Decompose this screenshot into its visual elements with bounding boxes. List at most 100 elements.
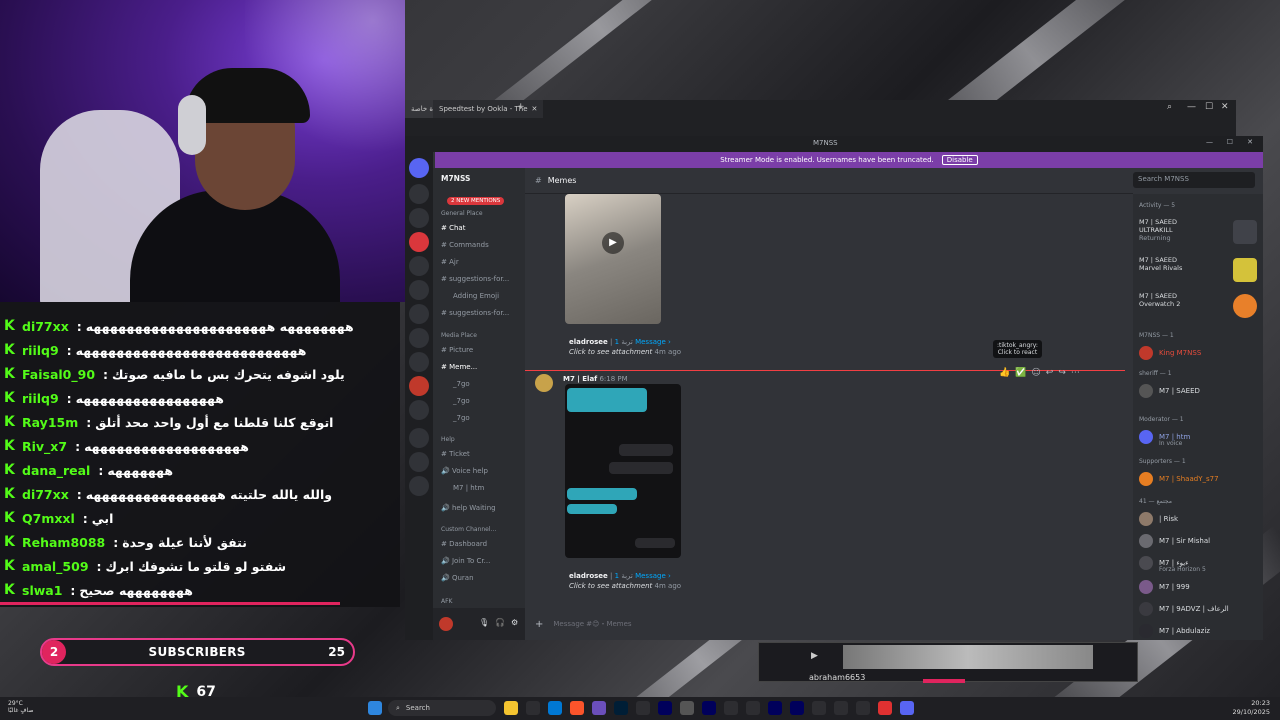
server-icon[interactable] [409, 352, 429, 372]
server-icon[interactable] [409, 376, 429, 396]
click-attachment-link[interactable]: Click to see attachment [569, 582, 652, 590]
thread-7go[interactable]: _7go [453, 380, 470, 388]
app-icon[interactable] [724, 701, 738, 715]
audition-icon[interactable] [658, 701, 672, 715]
server-icon[interactable] [409, 400, 429, 420]
mic-icon[interactable]: 🎙 [479, 618, 489, 627]
voice-channel-quran[interactable]: 🔊 Quran [441, 574, 474, 582]
member-item[interactable]: M7 | Abdulaziz [1139, 624, 1210, 638]
close-icon[interactable]: ✕ [532, 105, 538, 113]
play-icon[interactable]: ▶ [811, 651, 818, 661]
minimize-icon[interactable]: — [1187, 102, 1196, 112]
server-icon[interactable] [409, 256, 429, 276]
voice-channel-help[interactable]: 🔊 Voice help [441, 467, 488, 475]
app-icon[interactable] [834, 701, 848, 715]
server-icon[interactable] [409, 304, 429, 324]
channel-commands[interactable]: # Commands [441, 241, 489, 249]
audition-icon[interactable] [790, 701, 804, 715]
app-icon[interactable] [680, 701, 694, 715]
plus-icon[interactable]: + [535, 619, 543, 630]
close-icon[interactable]: ✕ [1247, 138, 1253, 146]
member-item[interactable]: King M7NSS [1139, 346, 1201, 360]
file-explorer-icon[interactable] [504, 701, 518, 715]
minimize-icon[interactable]: — [1206, 138, 1213, 146]
category-general[interactable]: General Place [441, 210, 483, 217]
weather-widget[interactable]: 29°C صافٍ غالبًا [8, 700, 33, 714]
taskbar-search[interactable]: ⌕ Search [388, 700, 496, 716]
member-item[interactable]: M7 | SAEED [1139, 384, 1200, 398]
opera-icon[interactable] [878, 701, 892, 715]
category-help[interactable]: Help [441, 436, 455, 443]
explore-icon[interactable] [409, 476, 429, 496]
server-icon[interactable] [409, 184, 429, 204]
play-icon[interactable]: ▶ [602, 232, 624, 254]
message-action-bar[interactable]: 👍✅☺↩↪⋯ [999, 368, 1085, 378]
channel-memes[interactable]: # Meme... [441, 363, 477, 371]
mini-video-player[interactable]: ▶ abraham6653 [758, 642, 1138, 683]
voice-channel-join[interactable]: 🔊 Join To Cr... [441, 557, 490, 565]
vscode-icon[interactable] [548, 701, 562, 715]
search-icon[interactable]: ⌕ [1167, 102, 1172, 112]
message-input[interactable]: + Message #😊・Memes [535, 614, 1125, 634]
app-icon[interactable] [812, 701, 826, 715]
headset-icon[interactable]: 🎧 [495, 618, 505, 627]
video-attachment[interactable]: ▶ [565, 194, 661, 324]
avatar[interactable] [535, 374, 553, 392]
image-attachment[interactable] [565, 384, 681, 558]
mentions-badge[interactable]: 2 NEW MENTIONS [447, 197, 505, 205]
member-item[interactable]: | Risk [1139, 512, 1178, 526]
thread-adding-emoji[interactable]: Adding Emoji [453, 292, 499, 300]
voice-user[interactable]: M7 | htm [453, 484, 484, 492]
new-tab-icon[interactable]: + [517, 102, 525, 112]
server-name[interactable]: M7NSS [441, 174, 470, 183]
channel-picture[interactable]: # Picture [441, 346, 473, 354]
maximize-icon[interactable]: ☐ [1227, 138, 1233, 146]
member-item[interactable]: M7 | ShaadY_s77 [1139, 472, 1219, 486]
category-afk[interactable]: AFK [441, 598, 453, 605]
maximize-icon[interactable]: ☐ [1205, 102, 1213, 112]
voice-channel-waiting[interactable]: 🔊 help Waiting [441, 504, 496, 512]
add-server-icon[interactable] [409, 452, 429, 472]
gear-icon[interactable]: ⚙ [511, 618, 518, 627]
clock[interactable]: 20:23 29/10/2025 [1233, 699, 1270, 717]
app-icon[interactable] [526, 701, 540, 715]
server-icon[interactable] [409, 328, 429, 348]
channel-chat[interactable]: # Chat [441, 224, 465, 232]
activity-card[interactable]: M7 | SAEED ULTRAKILL Returning [1139, 218, 1257, 248]
server-icon[interactable] [409, 232, 429, 252]
server-icon[interactable] [409, 280, 429, 300]
server-icon[interactable] [409, 208, 429, 228]
disable-button[interactable]: Disable [941, 155, 978, 165]
browser-tab-speedtest[interactable]: Speedtest by Ookla - The ✕ [433, 100, 544, 118]
member-item[interactable]: M7 | 9ADVZ | الرعاف [1139, 602, 1229, 616]
member-item[interactable]: M7 | 999 [1139, 580, 1190, 594]
category-custom[interactable]: Custom Channel... [441, 526, 496, 533]
visual-studio-icon[interactable] [592, 701, 606, 715]
click-attachment-link[interactable]: Click to see attachment [569, 348, 652, 356]
member-item[interactable]: M7 | Sir Mishal [1139, 534, 1210, 548]
message-author[interactable]: M7 | Elaf [563, 375, 597, 383]
app-icon[interactable] [746, 701, 760, 715]
channel-ajr[interactable]: # Ajr [441, 258, 459, 266]
thread-7go[interactable]: _7go [453, 397, 470, 405]
search-input[interactable]: Search M7NSS [1133, 172, 1255, 188]
app-icon[interactable] [636, 701, 650, 715]
start-icon[interactable] [368, 701, 382, 715]
server-icon[interactable] [409, 428, 429, 448]
photoshop-icon[interactable] [614, 701, 628, 715]
activity-card[interactable]: M7 | SAEED Overwatch 2 [1139, 292, 1257, 322]
discord-home-icon[interactable] [409, 158, 429, 178]
channel-ticket[interactable]: # Ticket [441, 450, 470, 458]
channel-suggestions[interactable]: # suggestions-for... [441, 275, 509, 283]
close-icon[interactable]: ✕ [1221, 102, 1229, 112]
obs-icon[interactable] [856, 701, 870, 715]
channel-dashboard[interactable]: # Dashboard [441, 540, 487, 548]
after-effects-icon[interactable] [702, 701, 716, 715]
category-media[interactable]: Media Place [441, 332, 477, 339]
discord-icon[interactable] [900, 701, 914, 715]
channel-suggestions-2[interactable]: # suggestions-for... [441, 309, 509, 317]
avatar[interactable] [439, 617, 453, 631]
thread-7go[interactable]: _7go [453, 414, 470, 422]
activity-card[interactable]: M7 | SAEED Marvel Rivals [1139, 256, 1257, 286]
brave-icon[interactable] [570, 701, 584, 715]
